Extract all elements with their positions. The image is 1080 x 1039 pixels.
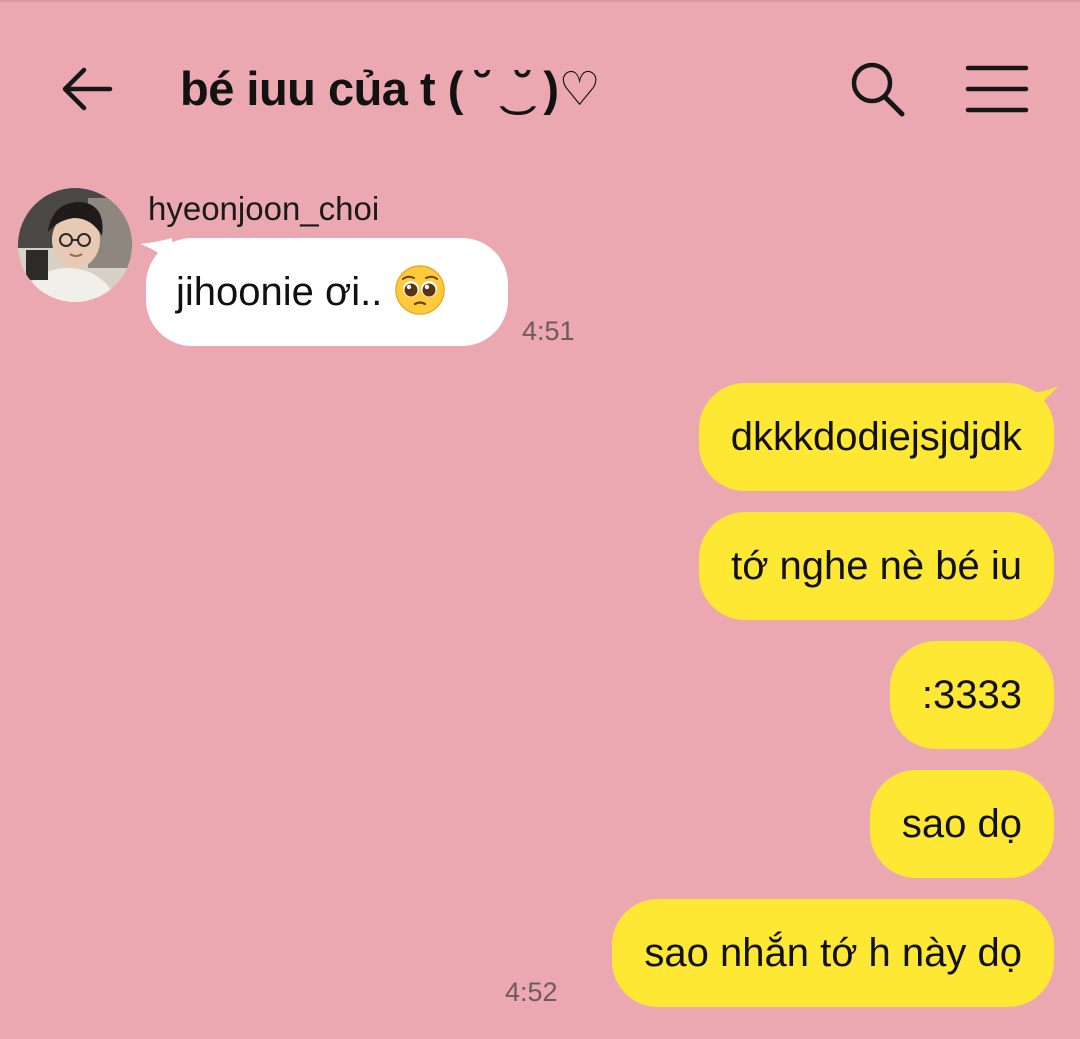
outgoing-message-bubble[interactable]: tớ nghe nè bé iu bbox=[699, 512, 1054, 620]
outgoing-message-text: dkkkdodiejsjdjdk bbox=[730, 415, 1022, 459]
outgoing-message-bubble[interactable]: dkkkdodiejsjdjdk bbox=[698, 383, 1054, 491]
hamburger-menu-icon bbox=[965, 65, 1029, 113]
profile-photo bbox=[18, 188, 132, 302]
outgoing-message-text: sao nhắn tớ h này dọ bbox=[644, 931, 1022, 975]
outgoing-message-text: sao dọ bbox=[901, 802, 1022, 846]
outgoing-message-text: tớ nghe nè bé iu bbox=[731, 544, 1022, 588]
incoming-message-text: jihoonie ơi.. bbox=[176, 270, 383, 314]
incoming-timestamp: 4:51 bbox=[522, 316, 575, 346]
outgoing-message-bubble[interactable]: sao dọ bbox=[869, 770, 1054, 878]
outgoing-message-bubble[interactable]: :3333 bbox=[889, 641, 1054, 749]
chat-header: bé iuu của t ( ˘ ͜ ˘ )♡ bbox=[0, 0, 1080, 170]
avatar[interactable] bbox=[18, 188, 132, 302]
search-icon bbox=[851, 62, 905, 117]
outgoing-message-bubble[interactable]: sao nhắn tớ h này dọ bbox=[612, 899, 1054, 1007]
sender-name: hyeonjoon_choi bbox=[148, 190, 380, 227]
back-button[interactable] bbox=[56, 58, 118, 120]
search-button[interactable] bbox=[846, 58, 908, 120]
incoming-message-bubble[interactable]: jihoonie ơi.. bbox=[146, 238, 508, 346]
chat-title: bé iuu của t ( ˘ ͜ ˘ )♡ bbox=[180, 62, 601, 115]
arrow-left-icon bbox=[62, 67, 113, 111]
outgoing-message-text: :3333 bbox=[921, 673, 1022, 717]
pleading-face-emoji bbox=[395, 265, 446, 316]
outgoing-timestamp: 4:52 bbox=[505, 977, 558, 1007]
menu-button[interactable] bbox=[962, 58, 1032, 120]
